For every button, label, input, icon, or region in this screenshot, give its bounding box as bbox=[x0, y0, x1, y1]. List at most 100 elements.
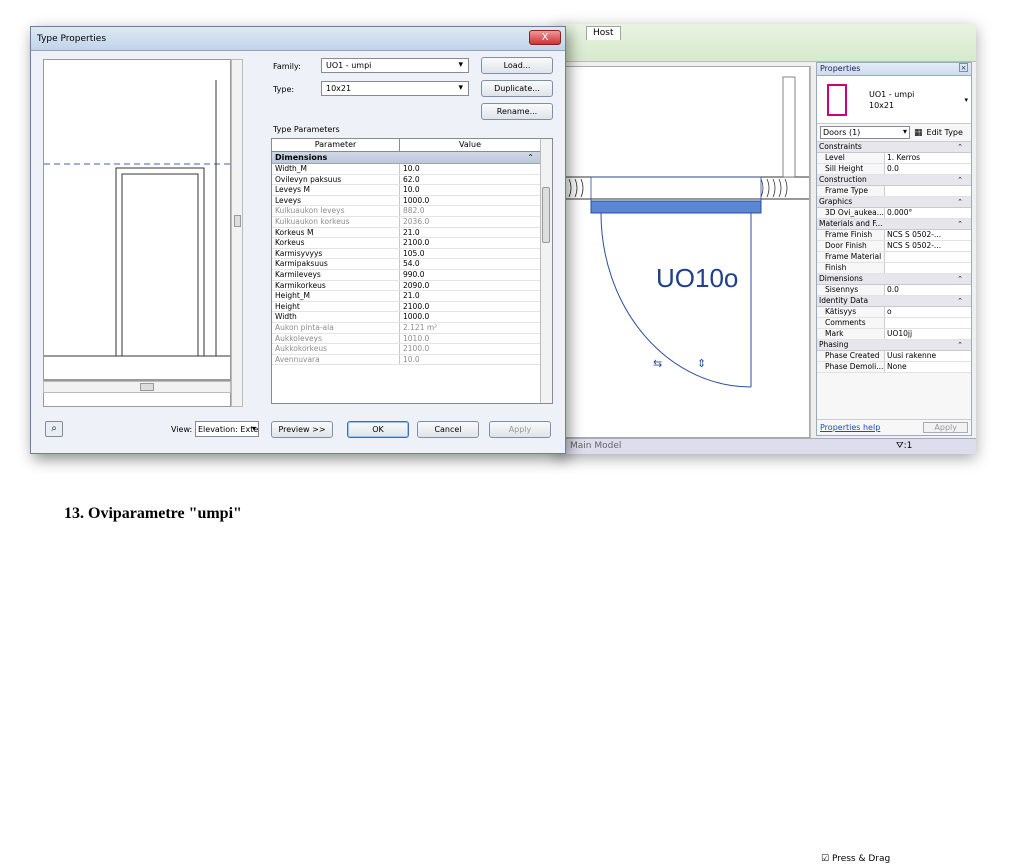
property-value[interactable]: NCS S 0502-... bbox=[885, 241, 971, 251]
property-value[interactable] bbox=[885, 263, 971, 273]
parameter-row[interactable]: Karmipaksuus 54.0 bbox=[272, 259, 552, 270]
parameter-value[interactable]: 990.0 bbox=[400, 270, 540, 280]
scroll-thumb[interactable] bbox=[234, 215, 241, 227]
duplicate-button[interactable]: Duplicate... bbox=[481, 80, 553, 97]
dialog-titlebar[interactable]: Type Properties X bbox=[31, 27, 565, 51]
table-scrollbar[interactable] bbox=[540, 139, 552, 403]
property-row[interactable]: Frame Type bbox=[817, 186, 971, 197]
type-select[interactable]: 10x21 bbox=[321, 81, 469, 96]
preview-horizontal-scrollbar[interactable] bbox=[43, 381, 231, 393]
parameter-value[interactable]: 105.0 bbox=[400, 249, 540, 259]
parameter-value[interactable]: 10.0 bbox=[400, 164, 540, 174]
column-value[interactable]: Value bbox=[400, 139, 540, 151]
parameter-row[interactable]: Avennuvara 10.0 bbox=[272, 354, 552, 366]
property-group-header[interactable]: Identity Data bbox=[817, 296, 971, 307]
family-select[interactable]: UO1 - umpi bbox=[321, 58, 469, 73]
type-preview-pane[interactable] bbox=[43, 59, 231, 407]
parameter-row[interactable]: Leveys 1000.0 bbox=[272, 195, 552, 207]
parameter-row[interactable]: Korkeus M 21.0 bbox=[272, 227, 552, 239]
property-row[interactable]: Door Finish NCS S 0502-... bbox=[817, 241, 971, 252]
property-value[interactable]: 0.0 bbox=[885, 285, 971, 295]
parameter-row[interactable]: Karmikorkeus 2090.0 bbox=[272, 280, 552, 292]
parameter-value[interactable]: 2090.0 bbox=[400, 281, 540, 291]
property-value[interactable]: 0.0 bbox=[885, 164, 971, 174]
property-row[interactable]: Level 1. Kerros bbox=[817, 153, 971, 164]
property-row[interactable]: Phase Demoli... None bbox=[817, 362, 971, 373]
dialog-close-button[interactable]: X bbox=[529, 30, 561, 45]
property-value[interactable]: 0.000° bbox=[885, 208, 971, 218]
parameter-row[interactable]: Aukkoleveys 1010.0 bbox=[272, 333, 552, 345]
parameter-value[interactable]: 62.0 bbox=[400, 175, 540, 185]
property-value[interactable]: o bbox=[885, 307, 971, 317]
parameter-row[interactable]: Korkeus 2100.0 bbox=[272, 238, 552, 249]
property-row[interactable]: Finish bbox=[817, 263, 971, 274]
type-selector-preview[interactable]: UO1 - umpi 10x21 ▾ bbox=[817, 76, 971, 124]
property-row[interactable]: Kätisyys o bbox=[817, 307, 971, 318]
parameter-row[interactable]: Karmileveys 990.0 bbox=[272, 269, 552, 281]
edit-type-button[interactable]: Edit Type bbox=[927, 128, 963, 137]
close-icon[interactable]: × bbox=[959, 63, 968, 72]
parameter-row[interactable]: Karmisyvyys 105.0 bbox=[272, 248, 552, 260]
property-group-header[interactable]: Dimensions bbox=[817, 274, 971, 285]
parameter-value[interactable]: 1000.0 bbox=[400, 312, 540, 322]
property-value[interactable]: 1. Kerros bbox=[885, 153, 971, 163]
parameter-row[interactable]: Height 2100.0 bbox=[272, 301, 552, 313]
property-value[interactable]: Uusi rakenne bbox=[885, 351, 971, 361]
door-tag[interactable]: UO10o bbox=[656, 263, 738, 294]
property-value[interactable]: NCS S 0502-... bbox=[885, 230, 971, 240]
parameter-value[interactable]: 21.0 bbox=[400, 291, 540, 301]
parameter-row[interactable]: Height_M 21.0 bbox=[272, 291, 552, 302]
parameter-row[interactable]: Ovilevyn paksuus 62.0 bbox=[272, 174, 552, 186]
properties-apply-button[interactable]: Apply bbox=[923, 422, 968, 433]
zoom-icon[interactable]: ⌕ bbox=[45, 421, 63, 437]
property-group-header[interactable]: Constraints bbox=[817, 142, 971, 153]
parameter-row[interactable]: Aukon pinta-ala 2.121 m² bbox=[272, 322, 552, 334]
property-row[interactable]: Phase Created Uusi rakenne bbox=[817, 351, 971, 362]
property-group-header[interactable]: Materials and F... bbox=[817, 219, 971, 230]
property-row[interactable]: Mark UO10jj bbox=[817, 329, 971, 340]
property-row[interactable]: Sisennys 0.0 bbox=[817, 285, 971, 296]
property-value[interactable]: None bbox=[885, 362, 971, 372]
ribbon-tab-host[interactable]: Host bbox=[586, 26, 621, 40]
property-row[interactable]: 3D Ovi_aukea... 0.000° bbox=[817, 208, 971, 219]
scroll-thumb[interactable] bbox=[140, 383, 154, 391]
parameter-value[interactable]: 1000.0 bbox=[400, 196, 540, 206]
property-value[interactable] bbox=[885, 252, 971, 262]
property-group-header[interactable]: Construction bbox=[817, 175, 971, 186]
preview-button[interactable]: Preview >> bbox=[271, 421, 333, 438]
property-row[interactable]: Sill Height 0.0 bbox=[817, 164, 971, 175]
property-value[interactable] bbox=[885, 318, 971, 328]
edit-type-icon[interactable]: ▦ bbox=[914, 128, 923, 138]
property-group-header[interactable]: Graphics bbox=[817, 197, 971, 208]
parameter-row[interactable]: Kulkuaukon korkeus 2036.0 bbox=[272, 216, 552, 228]
load-button[interactable]: Load... bbox=[481, 57, 553, 74]
parameter-row[interactable]: Kulkuaukon leveys 882.0 bbox=[272, 206, 552, 217]
parameter-row[interactable]: Aukkokorkeus 2100.0 bbox=[272, 344, 552, 355]
properties-help-link[interactable]: Properties help bbox=[820, 423, 880, 432]
filter-icon[interactable]: ⛛:1 bbox=[896, 441, 912, 451]
property-row[interactable]: Comments bbox=[817, 318, 971, 329]
chevron-down-icon[interactable]: ▾ bbox=[964, 96, 968, 104]
parameter-value[interactable]: 21.0 bbox=[400, 228, 540, 238]
floor-plan-view[interactable]: ⇆ ⇕ UO10o bbox=[560, 66, 810, 438]
parameter-value[interactable]: 2100.0 bbox=[400, 238, 540, 248]
rename-button[interactable]: Rename... bbox=[481, 103, 553, 120]
property-row[interactable]: Frame Material bbox=[817, 252, 971, 263]
instance-filter-select[interactable]: Doors (1) bbox=[820, 126, 910, 139]
group-dimensions[interactable]: Dimensions bbox=[272, 152, 552, 164]
property-group-header[interactable]: Phasing bbox=[817, 340, 971, 351]
workset-select[interactable]: Main Model bbox=[570, 441, 621, 451]
parameter-row[interactable]: Leveys M 10.0 bbox=[272, 185, 552, 196]
property-value[interactable] bbox=[885, 186, 971, 196]
parameter-value[interactable]: 54.0 bbox=[400, 259, 540, 269]
scroll-thumb[interactable] bbox=[542, 187, 550, 243]
column-parameter[interactable]: Parameter bbox=[272, 139, 400, 151]
preview-vertical-scrollbar[interactable] bbox=[231, 59, 243, 407]
ok-button[interactable]: OK bbox=[347, 421, 409, 438]
property-row[interactable]: Frame Finish NCS S 0502-... bbox=[817, 230, 971, 241]
property-value[interactable]: UO10jj bbox=[885, 329, 971, 339]
parameter-value[interactable]: 2100.0 bbox=[400, 302, 540, 312]
parameter-value[interactable]: 10.0 bbox=[400, 185, 540, 195]
parameter-row[interactable]: Width 1000.0 bbox=[272, 312, 552, 323]
view-select[interactable]: Elevation: Exterior bbox=[195, 421, 259, 437]
